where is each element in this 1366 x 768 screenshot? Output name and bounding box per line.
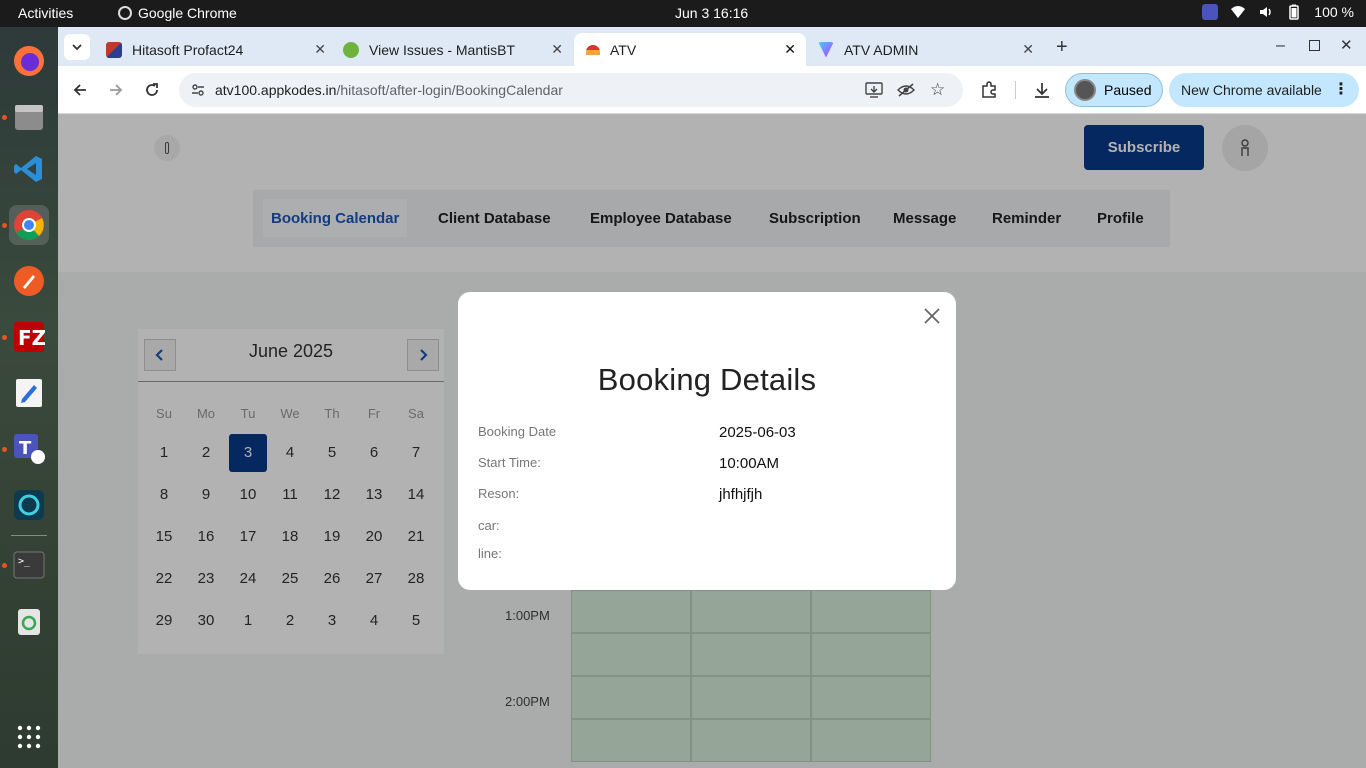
start-time-value: 10:00AM — [719, 455, 780, 472]
forward-button[interactable] — [104, 78, 128, 102]
close-tab-icon[interactable]: ✕ — [314, 41, 326, 58]
vite-favicon — [818, 41, 834, 58]
bookmark-star-icon[interactable]: ☆ — [930, 80, 945, 100]
tab-hitasoft[interactable]: Hitasoft Profact24 ✕ — [106, 33, 336, 66]
wifi-icon — [1230, 4, 1246, 20]
teams-icon[interactable]: T — [9, 429, 49, 469]
filezilla-icon[interactable]: FZ — [9, 317, 49, 357]
close-icon — [924, 308, 940, 324]
remote-desktop-icon[interactable] — [9, 485, 49, 525]
mantis-favicon — [343, 41, 359, 58]
tab-atv[interactable]: ATV ✕ — [574, 33, 806, 66]
battery-label: 100 % — [1314, 4, 1354, 20]
url-text[interactable]: atv100.appkodes.in/hitasoft/after-login/… — [215, 82, 563, 98]
start-time-label: Start Time: — [478, 455, 541, 470]
chrome-dock-icon[interactable] — [9, 205, 49, 245]
avatar — [1074, 79, 1096, 101]
reload-icon — [146, 83, 158, 96]
postman-icon[interactable] — [9, 261, 49, 301]
booking-date-label: Booking Date — [478, 424, 557, 439]
close-tab-icon[interactable]: ✕ — [1022, 41, 1034, 58]
reason-value: jhfhjfjh — [719, 486, 763, 503]
toolbar-divider — [1015, 81, 1016, 99]
firefox-icon[interactable] — [9, 41, 49, 81]
files-icon[interactable] — [9, 97, 49, 137]
tab-mantis[interactable]: View Issues - MantisBT ✕ — [343, 33, 573, 66]
back-button[interactable] — [68, 78, 92, 102]
volume-icon — [1258, 4, 1274, 20]
profile-paused-button[interactable]: Paused — [1065, 73, 1163, 107]
dock: FZ T >_ — [0, 27, 58, 768]
maximize-button[interactable] — [1309, 40, 1320, 51]
arrow-left-icon — [73, 84, 86, 96]
chrome-update-button[interactable]: New Chrome available ⋮ — [1169, 73, 1359, 107]
tracking-protection-icon[interactable] — [897, 82, 915, 101]
system-tray[interactable]: 100 % — [1202, 4, 1354, 20]
more-vert-icon: ⋮ — [1333, 81, 1349, 98]
app-name-label: Google Chrome — [138, 5, 237, 21]
activities-button[interactable]: Activities — [18, 5, 73, 21]
close-modal-button[interactable] — [920, 304, 944, 328]
battery-icon — [1286, 4, 1302, 20]
close-window-button[interactable]: ✕ — [1340, 36, 1353, 54]
download-icon — [1035, 83, 1049, 98]
chrome-icon — [118, 6, 132, 20]
address-bar[interactable]: atv100.appkodes.in/hitasoft/after-login/… — [179, 73, 963, 107]
modal-title: Booking Details — [597, 362, 817, 397]
line-label: line: — [478, 546, 502, 561]
tab-atv-admin[interactable]: ATV ADMIN ✕ — [818, 33, 1044, 66]
terminal-icon[interactable]: >_ — [9, 545, 49, 585]
trash-icon[interactable] — [9, 601, 49, 641]
install-app-icon[interactable] — [865, 82, 883, 101]
svg-text:>_: >_ — [18, 556, 31, 567]
app-grid-icon[interactable] — [9, 717, 49, 757]
system-top-bar: Activities Google Chrome Jun 3 16:16 100… — [0, 0, 1366, 27]
reload-button[interactable] — [140, 78, 164, 102]
downloads-button[interactable] — [1030, 78, 1054, 102]
text-editor-icon[interactable] — [9, 373, 49, 413]
tab-search-button[interactable] — [64, 34, 90, 60]
web-page: Subscribe Booking Calendar Client Databa… — [58, 114, 1366, 768]
vscode-icon[interactable] — [9, 149, 49, 189]
app-menu[interactable]: Google Chrome — [118, 5, 237, 21]
clock[interactable]: Jun 3 16:16 — [675, 5, 748, 21]
chevron-down-icon — [72, 44, 82, 51]
reason-label: Reson: — [478, 486, 520, 501]
new-tab-button[interactable]: + — [1056, 36, 1068, 59]
browser-toolbar: atv100.appkodes.in/hitasoft/after-login/… — [58, 66, 1366, 114]
svg-text:T: T — [19, 438, 32, 459]
booking-details-modal: Booking Details Booking Date 2025-06-03 … — [458, 292, 956, 590]
close-tab-icon[interactable]: ✕ — [784, 41, 796, 58]
hitasoft-favicon — [106, 41, 122, 58]
booking-date-value: 2025-06-03 — [719, 424, 796, 441]
puzzle-icon — [982, 81, 996, 98]
svg-text:FZ: FZ — [18, 326, 45, 350]
tab-strip: Hitasoft Profact24 ✕ View Issues - Manti… — [58, 27, 1366, 66]
arrow-right-icon — [110, 84, 123, 96]
car-label: car: — [478, 518, 500, 533]
teams-tray-icon — [1202, 4, 1219, 20]
extensions-button[interactable] — [977, 78, 1001, 102]
site-info-icon[interactable] — [191, 83, 205, 100]
close-tab-icon[interactable]: ✕ — [551, 41, 563, 58]
atv-favicon — [586, 44, 600, 55]
minimize-button[interactable]: – — [1276, 37, 1285, 55]
